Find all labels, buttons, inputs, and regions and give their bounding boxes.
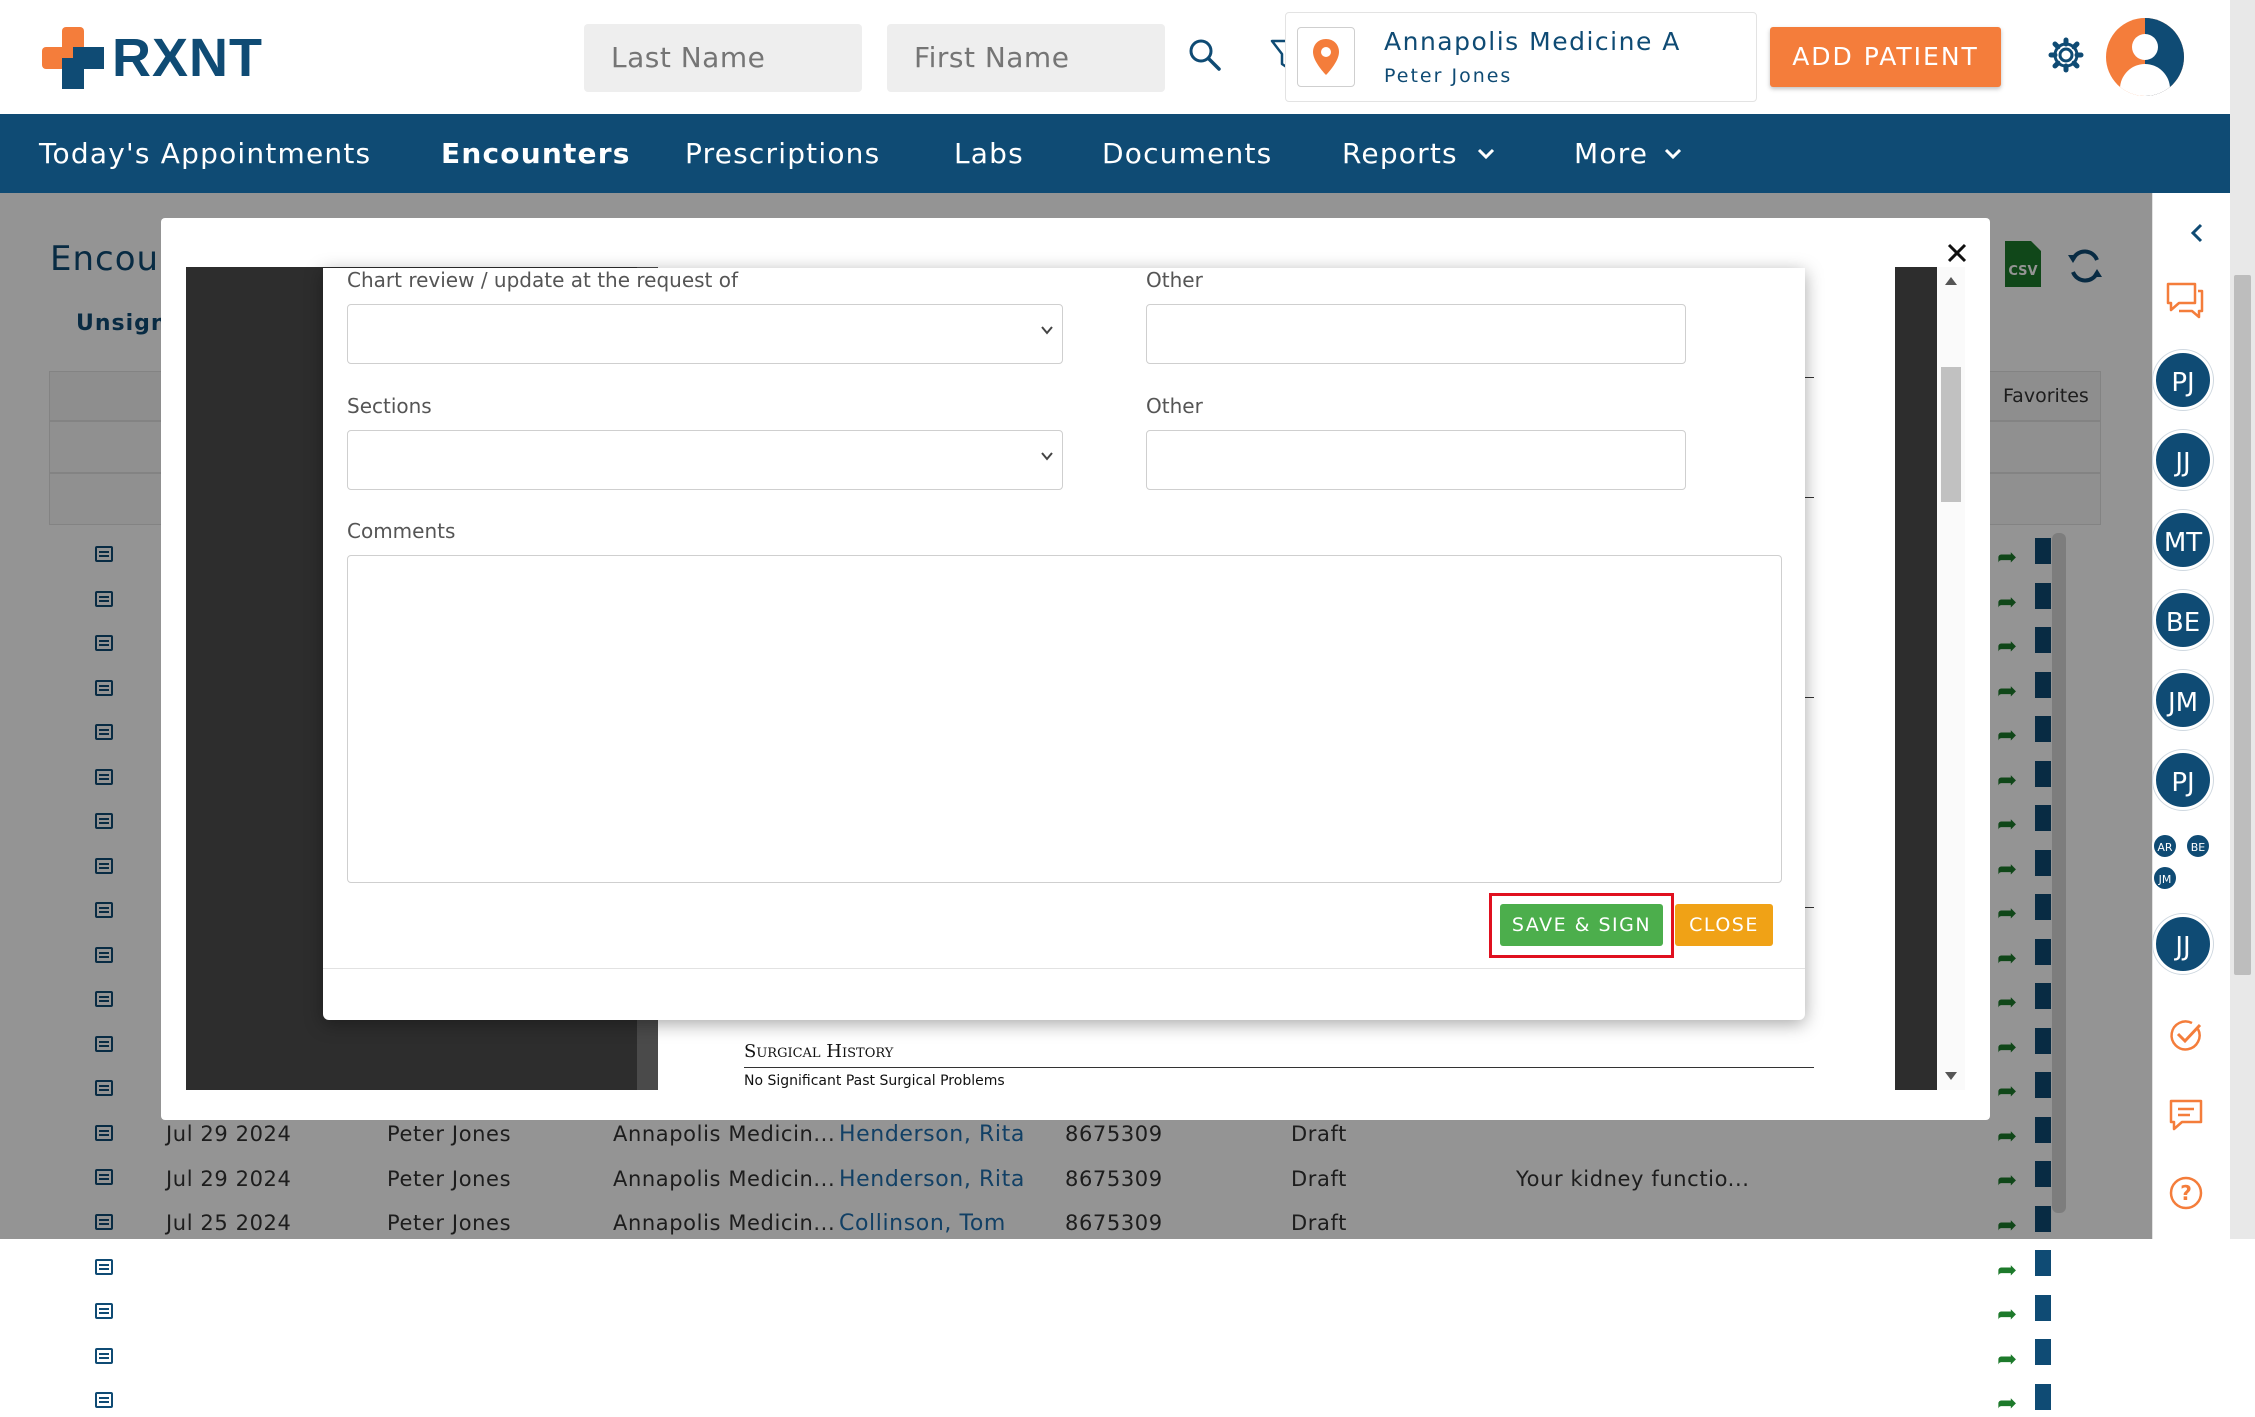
chart-review-select[interactable] — [347, 304, 1063, 364]
svg-text:?: ? — [2180, 1181, 2192, 1205]
forward-arrow-icon[interactable]: ➦ — [1997, 1345, 2017, 1373]
logo-cross-icon — [42, 27, 104, 89]
chevron-left-icon[interactable] — [2189, 222, 2205, 244]
forward-arrow-icon[interactable]: ➦ — [1997, 1300, 2017, 1328]
location-pin-box — [1297, 27, 1355, 87]
first-name-input[interactable] — [887, 24, 1165, 92]
doc-section-heading: Surgical History — [744, 1041, 894, 1062]
billing-doc-icon[interactable] — [2035, 1384, 2051, 1410]
close-icon[interactable] — [1946, 242, 1968, 264]
sections-select[interactable] — [347, 430, 1063, 490]
other-input-2[interactable] — [1146, 430, 1686, 490]
chevron-down-icon — [1041, 452, 1053, 461]
form-footer-divider — [323, 968, 1805, 969]
user-avatar-be[interactable]: BE — [2153, 590, 2213, 650]
search-icon[interactable] — [1188, 38, 1222, 72]
billing-doc-icon[interactable] — [2035, 1295, 2051, 1321]
nav-prescriptions[interactable]: Prescriptions — [685, 114, 880, 193]
user-avatar-jj[interactable]: JJ — [2153, 914, 2213, 974]
save-and-sign-button[interactable]: SAVE & SIGN — [1500, 904, 1663, 946]
location-selector[interactable]: Annapolis Medicine A Peter Jones — [1285, 12, 1757, 102]
user-avatar-small-ar[interactable]: AR — [2152, 833, 2178, 859]
window-scrollbar[interactable] — [2230, 0, 2255, 1239]
nav-reports[interactable]: Reports — [1342, 114, 1458, 193]
checkmark-circle-icon[interactable] — [2168, 1017, 2204, 1053]
location-name: Annapolis Medicine A — [1384, 27, 1681, 56]
nav-more[interactable]: More — [1574, 114, 1648, 193]
row-detail-icon[interactable] — [95, 1303, 113, 1319]
last-name-input[interactable] — [584, 24, 862, 92]
location-user: Peter Jones — [1384, 65, 1513, 87]
document-scrollbar[interactable] — [1937, 267, 1965, 1090]
main-nav: Today's Appointments Encounters Prescrip… — [0, 114, 2230, 193]
chat-bubbles-icon[interactable] — [2165, 281, 2205, 319]
scroll-down-icon[interactable] — [1945, 1072, 1957, 1080]
other-input-1[interactable] — [1146, 304, 1686, 364]
row-detail-icon[interactable] — [95, 1259, 113, 1275]
user-avatar[interactable] — [2106, 18, 2184, 96]
chevron-down-icon — [1477, 148, 1495, 160]
user-avatar-jj[interactable]: JJ — [2153, 430, 2213, 490]
add-patient-button[interactable]: ADD PATIENT — [1770, 27, 2001, 87]
nav-todays-appointments[interactable]: Today's Appointments — [39, 114, 371, 193]
scroll-up-icon[interactable] — [1945, 277, 1957, 285]
doc-section-text: No Significant Past Surgical Problems — [744, 1073, 1005, 1089]
app-header: RXNT Annapolis Medicine A Peter Jones AD… — [0, 0, 2230, 114]
chevron-down-icon — [1664, 148, 1682, 160]
chart-review-label: Chart review / update at the request of — [347, 268, 739, 292]
gear-icon[interactable] — [2048, 37, 2084, 73]
chevron-down-icon — [1041, 326, 1053, 335]
nav-documents[interactable]: Documents — [1102, 114, 1272, 193]
message-icon[interactable] — [2168, 1098, 2204, 1132]
nav-labs[interactable]: Labs — [954, 114, 1024, 193]
window-scrollbar-thumb[interactable] — [2234, 275, 2251, 975]
location-pin-icon — [1313, 39, 1339, 75]
forward-arrow-icon[interactable]: ➦ — [1997, 1389, 2017, 1417]
user-avatar-pj[interactable]: PJ — [2153, 350, 2213, 410]
forward-arrow-icon[interactable]: ➦ — [1997, 1256, 2017, 1284]
user-avatar-mt[interactable]: MT — [2153, 510, 2213, 570]
user-avatar-jm[interactable]: JM — [2153, 670, 2213, 730]
other-label-1: Other — [1146, 268, 1203, 292]
user-avatar-pj[interactable]: PJ — [2153, 750, 2213, 810]
help-icon[interactable]: ? — [2168, 1175, 2204, 1211]
other-label-2: Other — [1146, 394, 1203, 418]
close-button[interactable]: CLOSE — [1675, 904, 1773, 946]
user-avatar-small-jm[interactable]: JM — [2152, 865, 2178, 891]
row-detail-icon[interactable] — [95, 1348, 113, 1364]
billing-doc-icon[interactable] — [2035, 1339, 2051, 1365]
billing-doc-icon[interactable] — [2035, 1250, 2051, 1276]
doc-section-rule — [744, 1067, 1814, 1068]
comments-label: Comments — [347, 519, 456, 543]
document-scrollbar-thumb[interactable] — [1941, 367, 1961, 502]
comments-textarea[interactable] — [347, 555, 1782, 883]
user-avatar-small-be[interactable]: BE — [2185, 833, 2211, 859]
rxnt-logo[interactable]: RXNT — [42, 27, 272, 89]
brand-name: RXNT — [112, 28, 263, 88]
row-detail-icon[interactable] — [95, 1392, 113, 1408]
sections-label: Sections — [347, 394, 432, 418]
nav-encounters[interactable]: Encounters — [441, 114, 631, 193]
